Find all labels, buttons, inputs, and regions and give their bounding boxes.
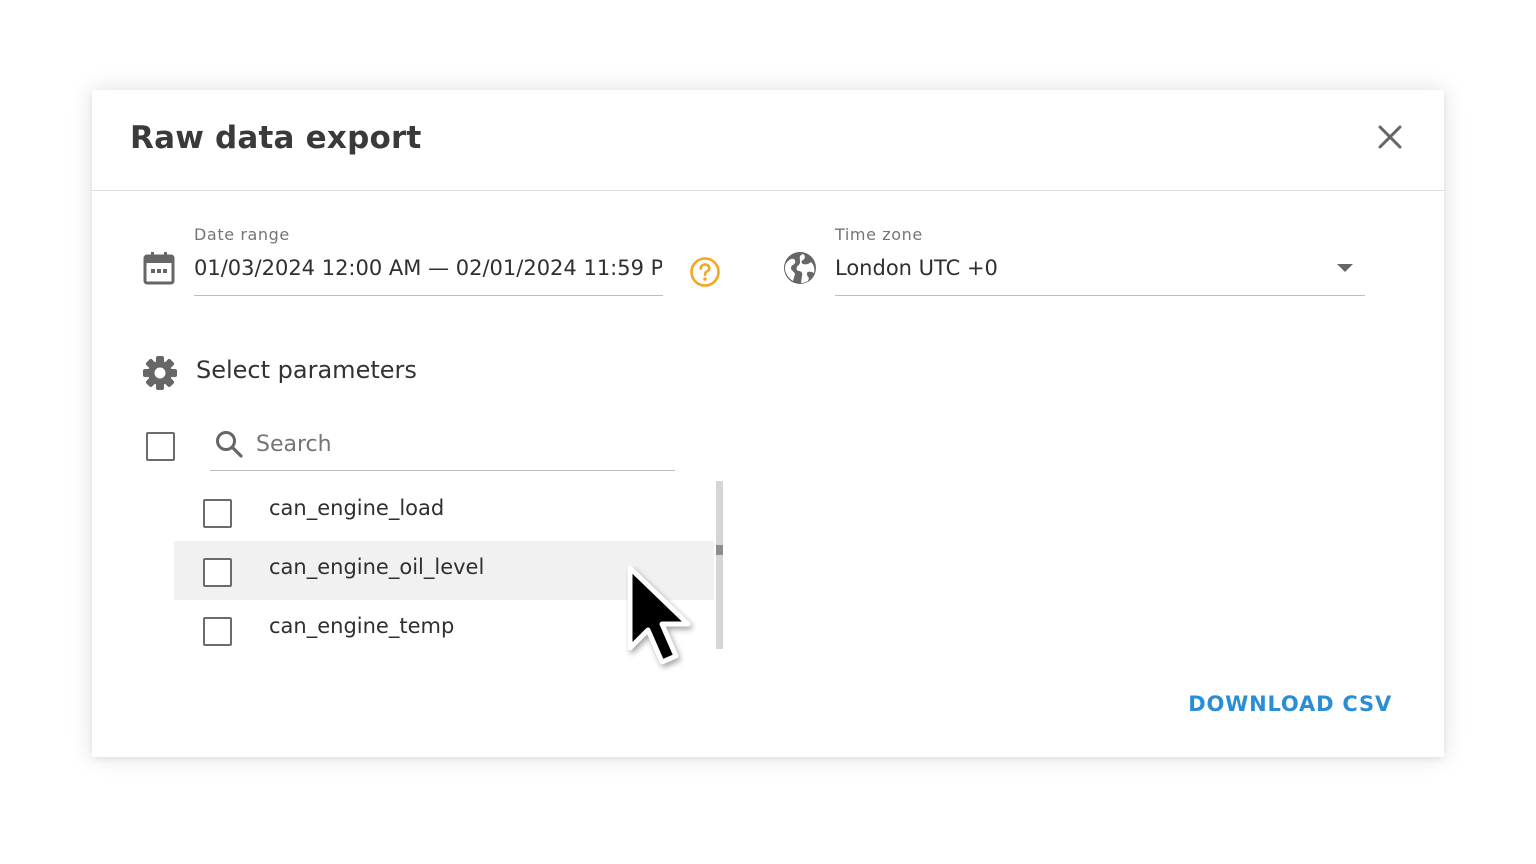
item-checkbox[interactable] [203,558,232,587]
close-icon [1378,125,1402,149]
dialog-title: Raw data export [130,120,422,156]
search-input[interactable] [256,427,666,461]
list-scrollbar[interactable] [716,481,723,649]
caret-down-icon[interactable] [1336,262,1354,274]
time-zone-select[interactable]: London UTC +0 [835,256,1315,280]
search-icon [216,431,243,458]
select-all-checkbox[interactable] [146,432,175,461]
item-checkbox[interactable] [203,499,232,528]
list-scrollbar-thumb[interactable] [716,545,723,555]
mouse-pointer-icon [627,566,691,665]
globe-icon [784,252,816,284]
time-zone-label: Time zone [835,225,923,244]
date-range-underline [194,295,663,296]
search-underline [210,470,675,471]
dialog-header: Raw data export [92,90,1444,191]
item-label: can_engine_load [269,496,445,520]
calendar-icon [143,252,175,285]
item-label: can_engine_oil_level [269,555,485,579]
time-zone-underline [835,295,1365,296]
gear-icon [143,356,177,390]
date-range-label: Date range [194,225,290,244]
item-label: can_engine_temp [269,614,455,638]
help-circle-icon[interactable] [689,256,721,288]
item-checkbox[interactable] [203,617,232,646]
raw-data-export-dialog: Raw data export Date range 01/03/2024 12… [92,90,1444,757]
parameters-title: Select parameters [196,356,417,384]
date-range-field[interactable]: 01/03/2024 12:00 AM — 02/01/2024 11:59 P… [194,256,662,280]
download-csv-button[interactable]: DOWNLOAD CSV [1182,684,1392,724]
list-item-can-engine-load[interactable]: can_engine_load [174,482,714,541]
close-button[interactable] [1374,121,1406,153]
